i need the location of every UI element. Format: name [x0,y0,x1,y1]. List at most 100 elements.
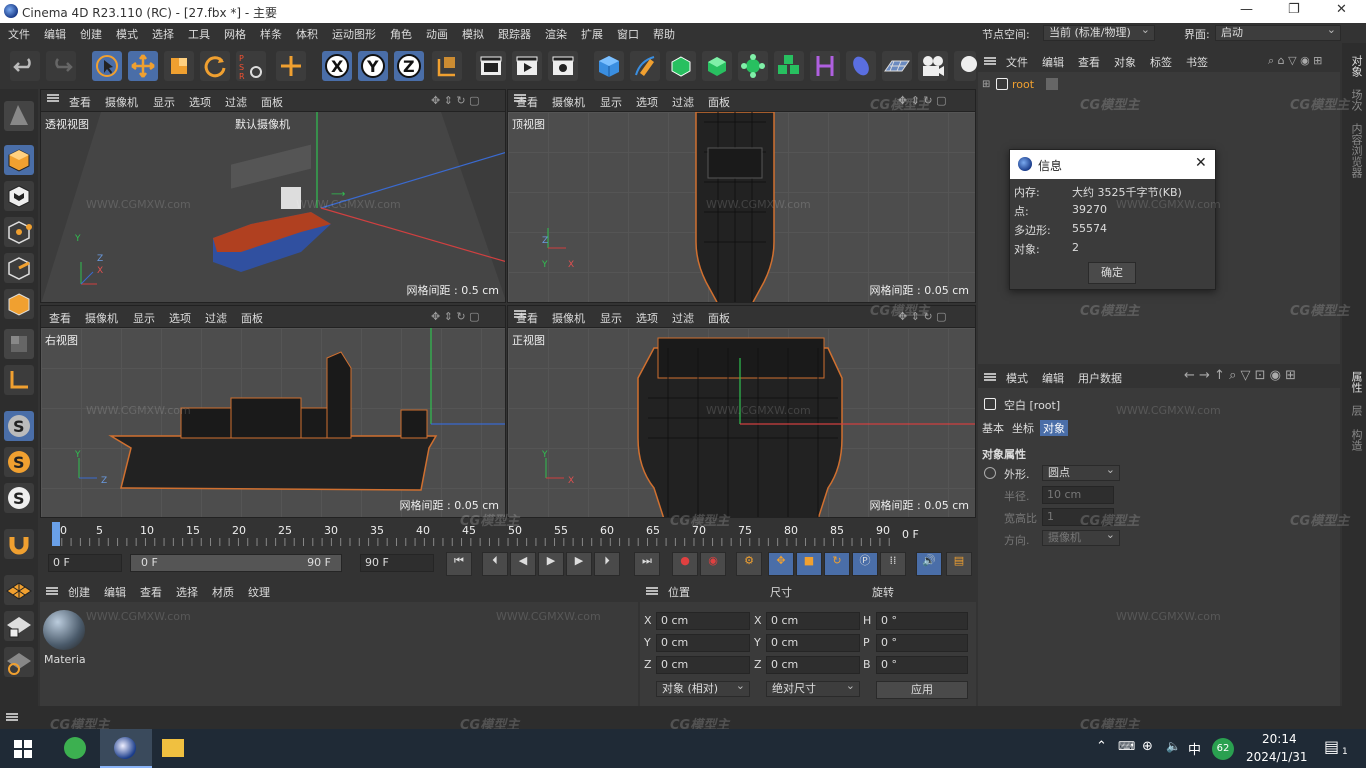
snap-button[interactable]: S [4,411,34,441]
menu-file[interactable]: 文件 [8,26,30,42]
vtab-content-browser[interactable]: 内容浏览器 [1348,123,1364,178]
tray-chevron-icon[interactable]: ⌃ [1096,739,1107,754]
mm-menu-material[interactable]: 材质 [212,584,234,600]
apply-button[interactable]: 应用 [876,681,968,699]
go-to-end-button[interactable]: ⏭ [634,552,660,576]
tray-volume-icon[interactable]: 🔈 [1166,739,1181,753]
tab-object[interactable]: 对象 [1040,420,1068,436]
axis-mode-button[interactable] [4,365,34,395]
menu-tracker[interactable]: 跟踪器 [498,26,531,42]
pos-y-field[interactable]: 0 cm [656,634,750,652]
deformer-button[interactable] [810,51,840,81]
animate-radio[interactable] [984,467,996,479]
x-axis-lock-button[interactable]: X [322,51,352,81]
menu-volume[interactable]: 体积 [296,26,318,42]
vp1-menu-filter[interactable]: 过滤 [225,94,247,110]
rot-b-field[interactable]: 0 ° [876,656,968,674]
go-to-start-button[interactable]: ⏮ [446,552,472,576]
mm-menu-view[interactable]: 查看 [140,584,162,600]
texture-mode-button[interactable] [4,181,34,211]
menu-tools[interactable]: 工具 [188,26,210,42]
live-selection-button[interactable] [92,51,122,81]
vp3-menu-view[interactable]: 查看 [49,310,71,326]
ime-indicator[interactable]: 中 [1188,739,1201,758]
frame-range-slider[interactable]: 0 F 90 F [130,554,342,572]
start-frame-field[interactable]: 0 F [48,554,122,572]
key-position-button[interactable]: ✥ [768,552,794,576]
viewport-nav-icons[interactable]: ✥ ⇕ ↻ ▢ [898,310,947,323]
maximize-button[interactable]: ❐ [1288,2,1300,17]
om-menu-file[interactable]: 文件 [1006,54,1028,70]
browser-taskbar-icon[interactable] [64,737,86,759]
om-menu-object[interactable]: 对象 [1114,54,1136,70]
vp4-menu-panel[interactable]: 面板 [708,310,730,326]
clock-time[interactable]: 20:14 [1262,732,1297,746]
menu-mograph[interactable]: 运动图形 [332,26,376,42]
vp3-menu-options[interactable]: 选项 [169,310,191,326]
menu-animate[interactable]: 动画 [426,26,448,42]
next-frame-button[interactable]: ▶ [566,552,592,576]
autokey-button[interactable]: ◉ [700,552,726,576]
size-y-field[interactable]: 0 cm [766,634,860,652]
vp4-menu-display[interactable]: 显示 [600,310,622,326]
psr-button[interactable]: PSR [236,51,266,81]
render-view-button[interactable] [476,51,506,81]
vp1-menu-display[interactable]: 显示 [153,94,175,110]
layout-dropdown[interactable]: 启动 [1215,23,1341,41]
end-frame-field[interactable]: 90 F [360,554,434,572]
rotate-tool-button[interactable] [200,51,230,81]
menu-mesh[interactable]: 网格 [224,26,246,42]
polygons-mode-button[interactable] [4,289,34,319]
menu-edit[interactable]: 编辑 [44,26,66,42]
viewport-nav-icons[interactable]: ✥ ⇕ ↻ ▢ [431,310,480,323]
vp4-menu-options[interactable]: 选项 [636,310,658,326]
file-explorer-icon[interactable] [162,739,184,757]
move-tool-button[interactable] [128,51,158,81]
menu-spline[interactable]: 样条 [260,26,282,42]
cinema4d-taskbar-button[interactable] [100,729,152,768]
radius-field[interactable]: 10 cm [1042,486,1114,504]
vtab-attributes[interactable]: 属性 [1348,371,1364,393]
uv-mode-button[interactable] [4,329,34,359]
vtab-objects[interactable]: 对象 [1348,55,1364,77]
y-axis-lock-button[interactable]: Y [358,51,388,81]
vp2-menu-panel[interactable]: 面板 [708,94,730,110]
field-button[interactable] [846,51,876,81]
pen-spline-button[interactable] [630,51,660,81]
key-parameter-button[interactable]: Ⓟ [852,552,878,576]
undo-button[interactable] [10,51,40,81]
key-scale-button[interactable]: ■ [796,552,822,576]
vp3-menu-panel[interactable]: 面板 [241,310,263,326]
key-rotation-button[interactable]: ↻ [824,552,850,576]
record-button[interactable]: ● [672,552,698,576]
tray-badge[interactable]: 62 [1212,738,1234,760]
tree-expand-icon[interactable]: ⊞ [982,79,990,90]
mm-menu-edit[interactable]: 编辑 [104,584,126,600]
camera-button[interactable] [918,51,948,81]
minimize-button[interactable]: — [1240,2,1253,17]
subdivision-button[interactable] [666,51,696,81]
am-menu-edit[interactable]: 编辑 [1042,370,1064,386]
play-button[interactable]: ▶ [538,552,564,576]
mm-menu-select[interactable]: 选择 [176,584,198,600]
viewport-menu-icon[interactable] [47,94,59,102]
vp1-menu-panel[interactable]: 面板 [261,94,283,110]
cube-primitive-button[interactable] [594,51,624,81]
status-menu-icon[interactable] [6,713,18,721]
size-z-field[interactable]: 0 cm [766,656,860,674]
rot-p-field[interactable]: 0 ° [876,634,968,652]
display-dropdown[interactable]: 圆点 [1042,463,1120,481]
redo-button[interactable] [46,51,76,81]
menu-character[interactable]: 角色 [390,26,412,42]
array-button[interactable] [738,51,768,81]
vp2-menu-camera[interactable]: 摄像机 [552,94,585,110]
vp2-menu-filter[interactable]: 过滤 [672,94,694,110]
menu-window[interactable]: 窗口 [617,26,639,42]
pos-x-field[interactable]: 0 cm [656,612,750,630]
material-name[interactable]: Materia [44,653,86,666]
vp4-menu-filter[interactable]: 过滤 [672,310,694,326]
vp2-menu-display[interactable]: 显示 [600,94,622,110]
make-editable-button[interactable] [4,101,34,131]
vp3-menu-camera[interactable]: 摄像机 [85,310,118,326]
vp2-menu-view[interactable]: 查看 [516,94,538,110]
